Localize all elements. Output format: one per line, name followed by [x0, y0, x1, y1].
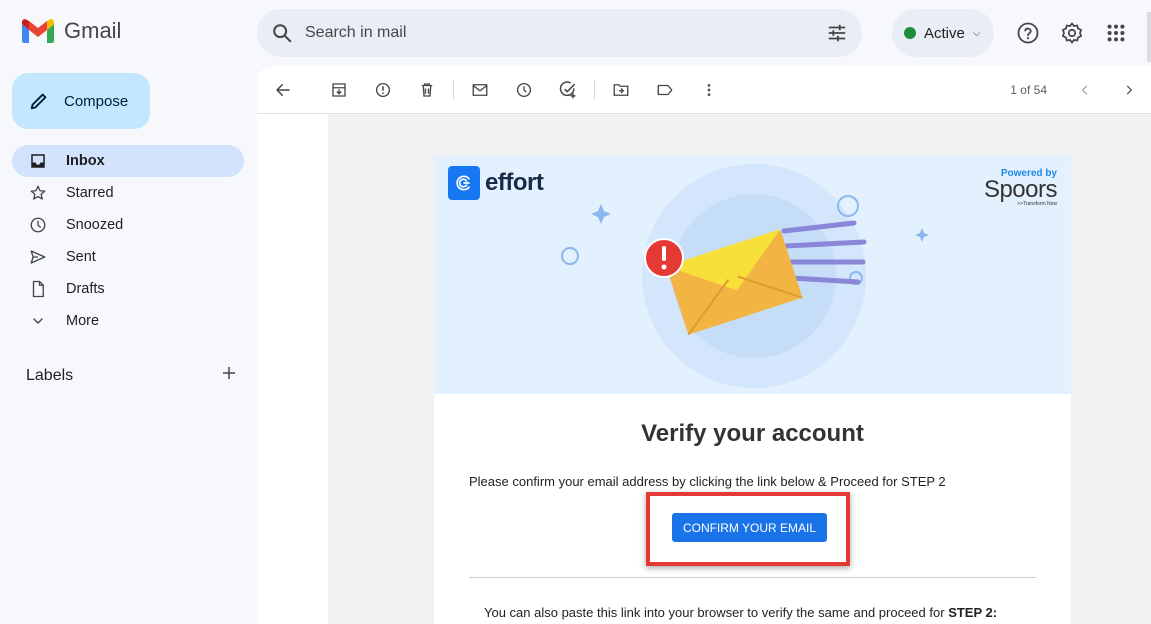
sidebar-item-sent[interactable]: Sent [12, 241, 244, 273]
send-icon [28, 247, 48, 267]
sidebar-item-label: Snoozed [66, 217, 124, 233]
toolbar-divider [453, 79, 454, 100]
effort-brand: effort [448, 166, 544, 200]
message-view: 1 of 54 effort Powered by Spoors >>Trans… [257, 66, 1151, 624]
highlight-box [646, 492, 850, 566]
snooze-clock-icon[interactable] [502, 68, 546, 112]
sidebar-item-label: Sent [66, 249, 96, 265]
paste-link-message: You can also paste this link into your b… [484, 605, 945, 620]
archive-icon[interactable] [317, 68, 361, 112]
status-dot [904, 27, 916, 39]
effort-logo-icon [448, 166, 480, 200]
back-arrow-icon[interactable] [261, 68, 305, 112]
gmail-logo-icon [22, 19, 54, 43]
email-title: Verify your account [641, 420, 864, 447]
sidebar-item-starred[interactable]: Starred [12, 177, 244, 209]
powered-by-block: Powered by Spoors >>Transform Now [983, 168, 1058, 207]
add-task-icon[interactable] [546, 68, 590, 112]
message-toolbar: 1 of 54 [257, 66, 1151, 114]
clock-icon [28, 215, 48, 235]
gmail-wordmark: Gmail [64, 18, 122, 43]
report-spam-icon[interactable] [361, 68, 405, 112]
search-options-icon[interactable] [826, 22, 848, 44]
pagination-count: 1 of 54 [1010, 82, 1047, 97]
compose-button[interactable]: Compose [12, 73, 150, 129]
sidebar-item-label: Starred [66, 185, 114, 201]
paste-link-text: You can also paste this link into your b… [484, 605, 997, 620]
draft-icon [28, 279, 48, 299]
compose-label: Compose [64, 92, 129, 110]
email-divider [469, 577, 1036, 578]
sidebar-item-more[interactable]: More [12, 305, 244, 337]
status-label: Active [924, 24, 965, 42]
sidebar-nav: Inbox Starred Snoozed Sent Drafts More [12, 145, 244, 337]
sidebar-item-label: More [66, 313, 100, 329]
paste-link-step: STEP 2: [948, 605, 998, 620]
move-to-folder-icon[interactable] [599, 68, 643, 112]
settings-gear-icon[interactable] [1058, 19, 1086, 47]
search-bar[interactable]: Search in mail [257, 9, 862, 57]
pencil-icon [30, 93, 47, 110]
status-selector[interactable]: Active ⌵ [892, 9, 994, 57]
newer-chevron-left-icon[interactable] [1063, 68, 1107, 112]
sidebar-item-inbox[interactable]: Inbox [12, 145, 244, 177]
sidebar-item-label: Drafts [66, 281, 105, 297]
sidebar-item-label: Inbox [66, 153, 105, 169]
email-instruction: Please confirm your email address by cli… [469, 474, 946, 489]
help-icon[interactable] [1014, 19, 1042, 47]
email-body: effort Powered by Spoors >>Transform Now… [328, 114, 1151, 624]
email-hero-banner: effort Powered by Spoors >>Transform Now [434, 156, 1071, 394]
apps-grid-icon[interactable] [1102, 19, 1130, 47]
effort-wordmark: effort [485, 169, 544, 196]
email-card: effort Powered by Spoors >>Transform Now… [434, 156, 1071, 624]
more-options-vertical-icon[interactable] [687, 68, 731, 112]
mark-unread-mail-icon[interactable] [458, 68, 502, 112]
sidebar-item-snoozed[interactable]: Snoozed [12, 209, 244, 241]
delete-trash-icon[interactable] [405, 68, 449, 112]
page-scrollbar[interactable] [1147, 12, 1151, 62]
star-icon [28, 183, 48, 203]
search-input[interactable]: Search in mail [305, 24, 826, 42]
gmail-logo[interactable]: Gmail [22, 18, 121, 44]
chevron-down-icon [28, 311, 48, 331]
inbox-icon [28, 151, 48, 171]
spoors-wordmark: Spoors [983, 176, 1058, 203]
labels-section: Labels [26, 364, 238, 387]
chevron-down-icon: ⌵ [972, 27, 981, 39]
sidebar-item-drafts[interactable]: Drafts [12, 273, 244, 305]
older-chevron-right-icon[interactable] [1107, 68, 1151, 112]
search-icon[interactable] [271, 22, 293, 44]
toolbar-divider [594, 79, 595, 100]
labels-title: Labels [26, 366, 74, 384]
add-label-plus-icon[interactable] [220, 364, 238, 387]
label-tag-icon[interactable] [643, 68, 687, 112]
